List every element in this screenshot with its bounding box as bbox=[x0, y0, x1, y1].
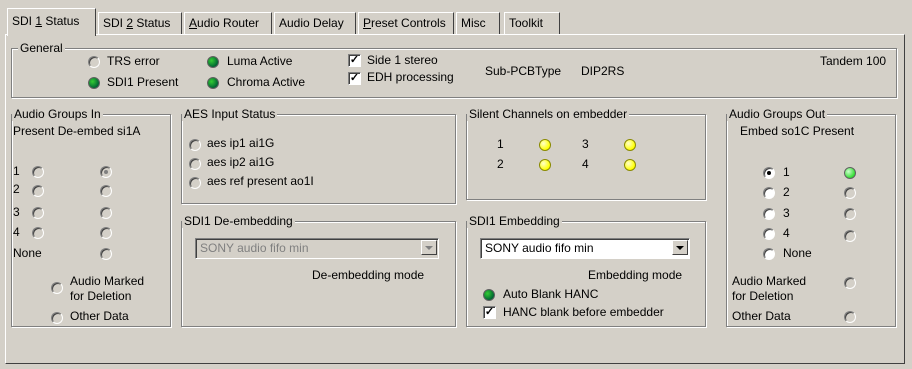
sdi1-deembedding-title: SDI1 De-embedding bbox=[182, 214, 295, 228]
audio-in-group-4-label: 4 bbox=[13, 225, 20, 239]
audio-in-present-4 bbox=[32, 227, 44, 239]
audio-in-group-2-label: 2 bbox=[13, 182, 20, 196]
audio-in-group-none-label: None bbox=[13, 246, 42, 260]
audio-out-group-none-label: None bbox=[783, 246, 812, 260]
chroma-active-led bbox=[207, 77, 219, 89]
tab-preset-controls[interactable]: Preset Controls bbox=[358, 12, 454, 34]
audio-out-present-3 bbox=[844, 208, 856, 220]
audio-out-embed-1-radio[interactable] bbox=[763, 167, 775, 179]
luma-active-led bbox=[207, 56, 219, 68]
audio-in-marked-label-2: for Deletion bbox=[70, 289, 132, 303]
tab-audio-delay[interactable]: Audio Delay bbox=[274, 12, 356, 34]
embedding-mode-select[interactable]: SONY audio fifo min bbox=[480, 238, 690, 259]
chroma-active-label: Chroma Active bbox=[227, 75, 306, 89]
audio-out-other-data-label: Other Data bbox=[732, 309, 791, 323]
audio-in-deembed-2-radio[interactable] bbox=[100, 185, 112, 197]
deembedding-mode-select[interactable]: SONY audio fifo min bbox=[195, 238, 439, 259]
audio-out-group-4-label: 4 bbox=[783, 226, 790, 240]
audio-out-embed-4-radio[interactable] bbox=[763, 228, 775, 240]
hanc-blank-label: HANC blank before embedder bbox=[503, 305, 664, 319]
subpcb-type-value: DIP2RS bbox=[581, 64, 625, 78]
aes-ip2-label: aes ip2 ai1G bbox=[207, 155, 275, 169]
audio-in-deembed-none-radio[interactable] bbox=[100, 248, 112, 260]
audio-in-other-data-indicator bbox=[51, 312, 63, 324]
silent-ch-4-led bbox=[624, 159, 636, 171]
audio-out-marked-indicator bbox=[844, 277, 856, 289]
edh-processing-label: EDH processing bbox=[367, 70, 454, 84]
side1-stereo-checkbox[interactable]: ✓ bbox=[348, 54, 361, 67]
trs-error-indicator bbox=[88, 56, 100, 68]
embedding-mode-label: Embedding mode bbox=[588, 268, 683, 282]
auto-blank-hanc-led bbox=[483, 289, 495, 301]
audio-in-group-1-label: 1 bbox=[13, 164, 20, 178]
silent-ch-3-label: 3 bbox=[582, 137, 589, 151]
hanc-blank-checkbox[interactable]: ✓ bbox=[483, 306, 496, 319]
deembedding-mode-value: SONY audio fifo min bbox=[200, 241, 309, 255]
audio-in-deembed-1-radio[interactable] bbox=[100, 166, 112, 178]
auto-blank-hanc-label: Auto Blank HANC bbox=[503, 287, 599, 301]
tab-audio-router[interactable]: Audio Router bbox=[184, 12, 272, 34]
audio-in-present-1 bbox=[32, 166, 44, 178]
general-title: General bbox=[18, 41, 65, 55]
audio-out-group-3-label: 3 bbox=[783, 206, 790, 220]
audio-in-other-data-label: Other Data bbox=[70, 309, 129, 323]
silent-ch-3-led bbox=[624, 139, 636, 151]
side1-stereo-label: Side 1 stereo bbox=[367, 53, 438, 67]
silent-ch-2-led bbox=[539, 159, 551, 171]
audio-in-header: Present De-embed si1A bbox=[13, 124, 141, 138]
audio-groups-out-title: Audio Groups Out bbox=[727, 107, 828, 121]
embedding-dropdown-arrow-icon[interactable] bbox=[672, 240, 688, 255]
audio-out-header: Embed so1C Present bbox=[740, 124, 855, 138]
edh-processing-checkbox[interactable]: ✓ bbox=[348, 72, 361, 85]
audio-out-present-2 bbox=[844, 187, 856, 199]
deembedding-dropdown-arrow-icon[interactable] bbox=[421, 240, 437, 255]
audio-out-other-data-indicator bbox=[844, 311, 856, 323]
audio-in-marked-indicator bbox=[51, 282, 63, 294]
sdi1-embedding-title: SDI1 Embedding bbox=[467, 214, 562, 228]
audio-out-present-1-led bbox=[844, 167, 856, 179]
sdi1-present-label: SDI1 Present bbox=[107, 75, 179, 89]
deembedding-mode-label: De-embedding mode bbox=[312, 268, 425, 282]
tab-toolkit[interactable]: Toolkit bbox=[504, 12, 560, 34]
audio-out-group-1-label: 1 bbox=[783, 165, 790, 179]
aes-ip1-indicator bbox=[189, 139, 201, 151]
aes-ref-label: aes ref present ao1I bbox=[207, 174, 314, 188]
audio-in-marked-label-1: Audio Marked bbox=[70, 274, 145, 288]
audio-out-present-4 bbox=[844, 230, 856, 242]
aes-ref-indicator bbox=[189, 177, 201, 189]
silent-ch-2-label: 2 bbox=[497, 157, 504, 171]
aes-ip2-indicator bbox=[189, 158, 201, 170]
audio-in-present-3 bbox=[32, 207, 44, 219]
audio-out-embed-3-radio[interactable] bbox=[763, 208, 775, 220]
audio-in-deembed-4-radio[interactable] bbox=[100, 227, 112, 239]
silent-ch-1-led bbox=[539, 139, 551, 151]
aes-ip1-label: aes ip1 ai1G bbox=[207, 136, 275, 150]
tab-sdi1-status[interactable]: SDI 1 Status bbox=[7, 8, 96, 36]
audio-out-embed-2-radio[interactable] bbox=[763, 187, 775, 199]
trs-error-label: TRS error bbox=[107, 54, 160, 68]
tab-sdi2-status[interactable]: SDI 2 Status bbox=[98, 12, 182, 34]
device-name: Tandem 100 bbox=[820, 54, 887, 68]
audio-out-group-2-label: 2 bbox=[783, 185, 790, 199]
luma-active-label: Luma Active bbox=[227, 54, 293, 68]
sdi1-present-led bbox=[88, 77, 100, 89]
audio-in-deembed-3-radio[interactable] bbox=[100, 207, 112, 219]
audio-groups-in-title: Audio Groups In bbox=[12, 107, 103, 121]
silent-channels-title: Silent Channels on embedder bbox=[467, 107, 630, 121]
audio-out-embed-none-radio[interactable] bbox=[763, 248, 775, 260]
audio-out-marked-label-1: Audio Marked bbox=[732, 274, 807, 288]
silent-ch-1-label: 1 bbox=[497, 137, 504, 151]
audio-in-present-2 bbox=[32, 185, 44, 197]
subpcb-type-label: Sub-PCBType bbox=[485, 64, 562, 78]
embedding-mode-value: SONY audio fifo min bbox=[485, 241, 594, 255]
aes-input-status-title: AES Input Status bbox=[182, 107, 278, 121]
audio-out-marked-label-2: for Deletion bbox=[732, 289, 794, 303]
audio-in-group-3-label: 3 bbox=[13, 205, 20, 219]
silent-ch-4-label: 4 bbox=[582, 157, 589, 171]
tab-misc[interactable]: Misc bbox=[456, 12, 500, 34]
